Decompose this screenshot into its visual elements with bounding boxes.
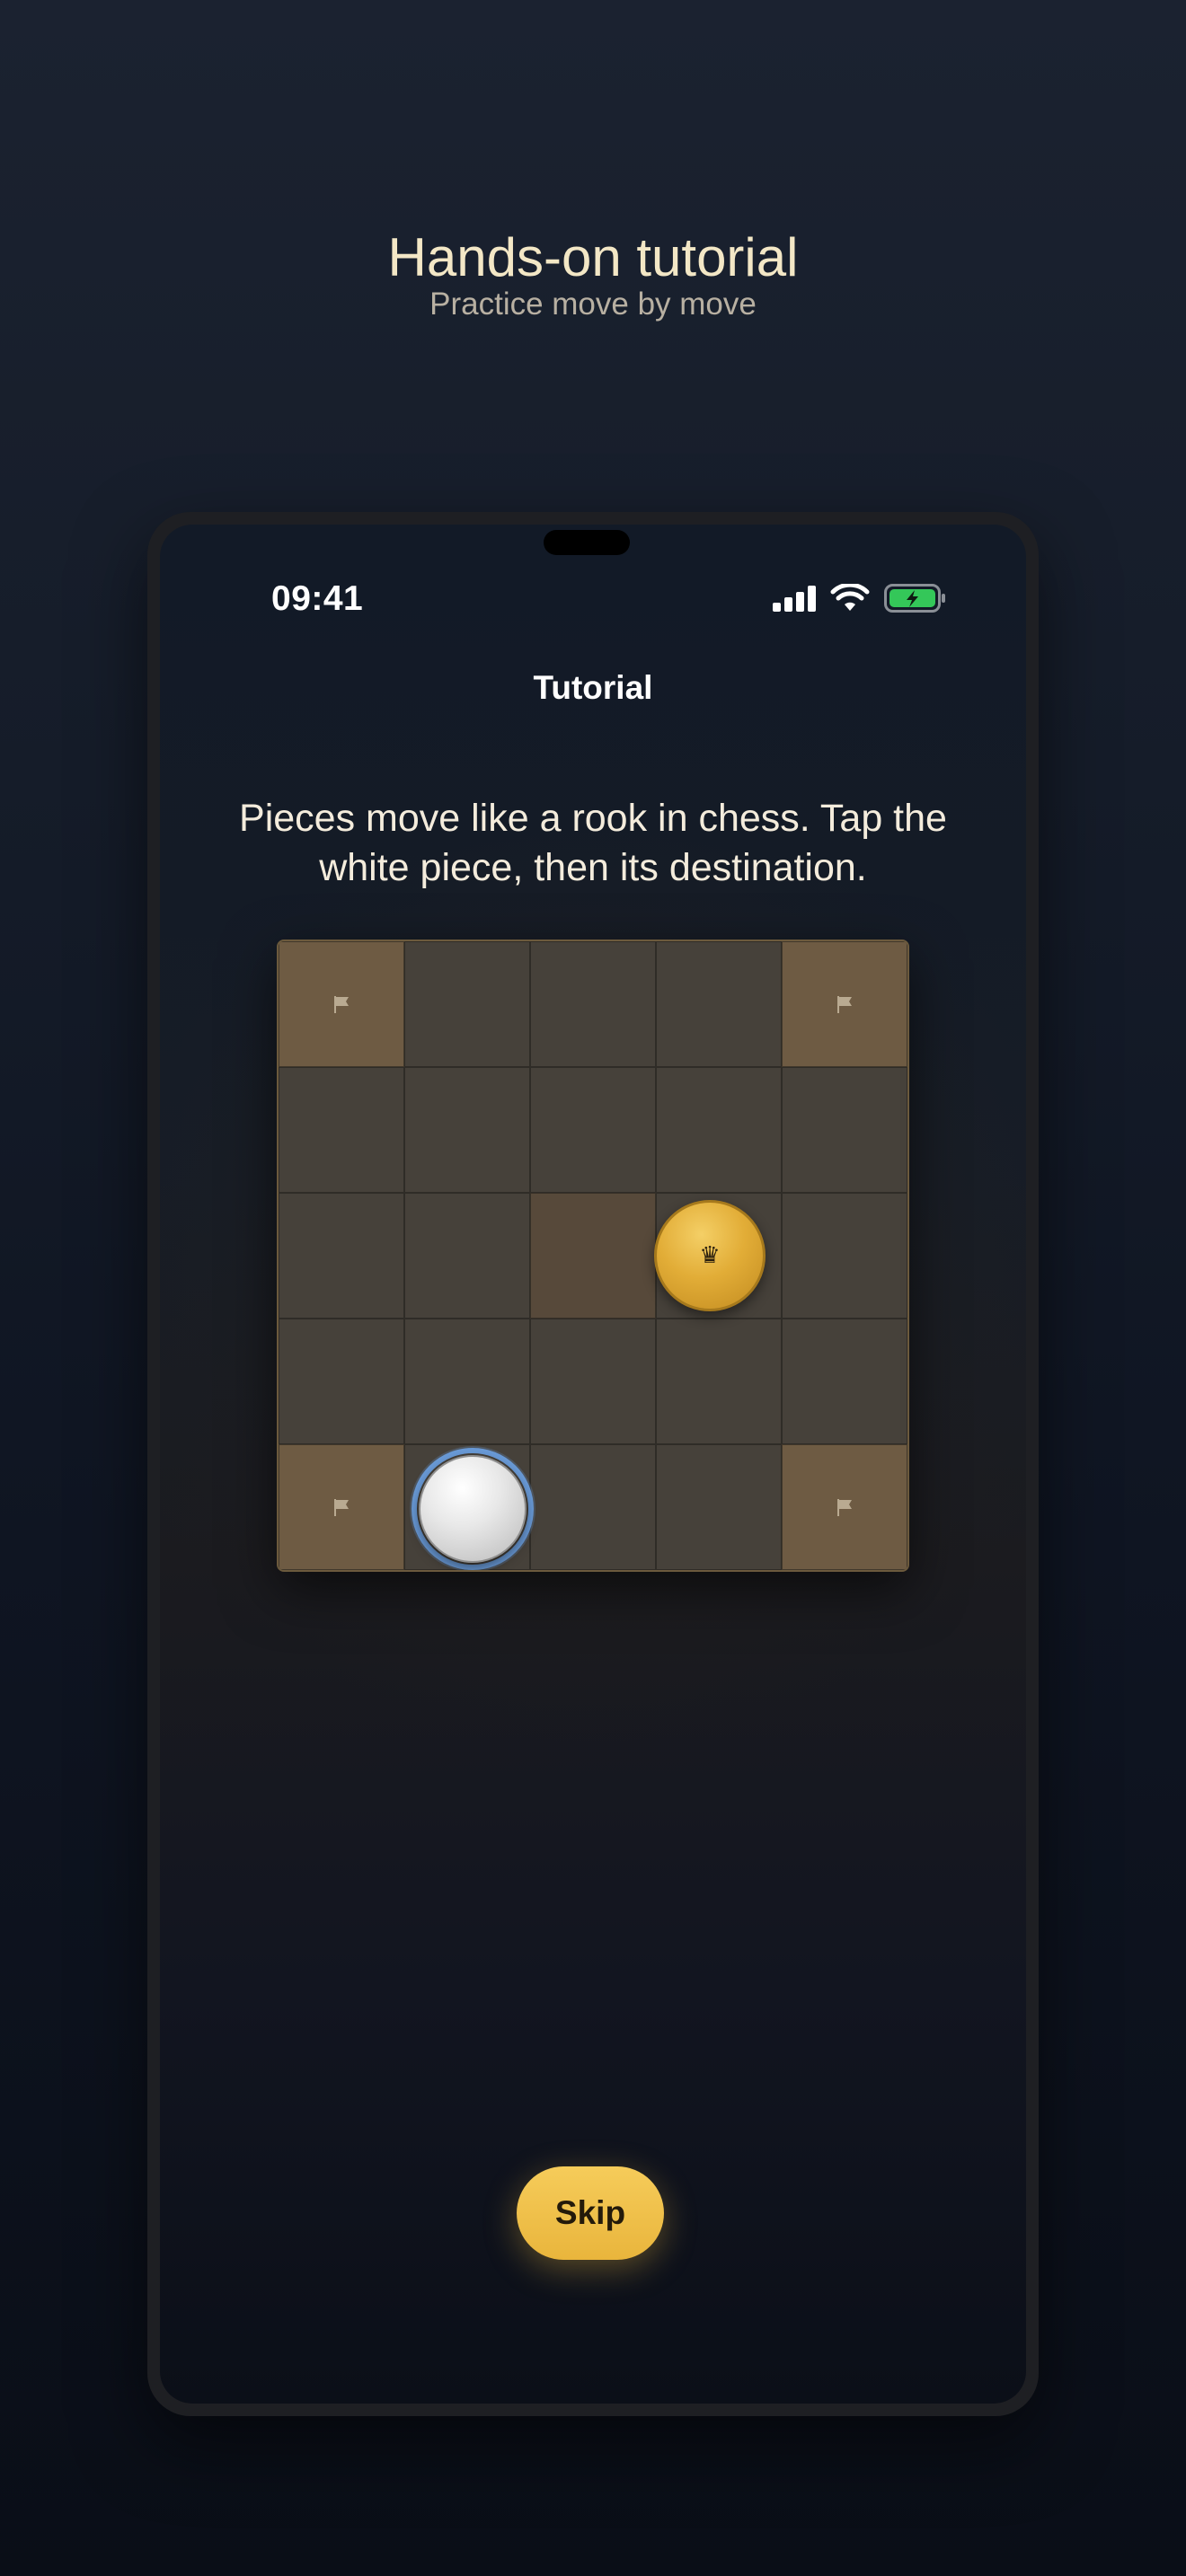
flag-icon bbox=[837, 1499, 852, 1516]
flag-icon bbox=[334, 996, 349, 1013]
page-title: Hands-on tutorial bbox=[387, 227, 799, 287]
board-cell[interactable] bbox=[404, 1319, 530, 1444]
board-cell[interactable] bbox=[782, 1193, 907, 1319]
cellular-signal-icon bbox=[773, 586, 816, 612]
game-board: ♛ bbox=[277, 940, 909, 1572]
crown-icon: ♛ bbox=[699, 1242, 721, 1269]
white-piece[interactable] bbox=[419, 1455, 527, 1563]
device-screen: 09:41 Tutorial Pieces move like a rook i… bbox=[160, 525, 1026, 2404]
board-cell-corner[interactable] bbox=[279, 1444, 404, 1570]
board-cell[interactable] bbox=[530, 1067, 656, 1193]
gold-king-piece[interactable]: ♛ bbox=[654, 1200, 766, 1311]
board-cell[interactable] bbox=[530, 1444, 656, 1570]
board-cell[interactable] bbox=[656, 941, 782, 1067]
dynamic-island bbox=[544, 530, 630, 555]
board-cell[interactable] bbox=[404, 1193, 530, 1319]
board-cell[interactable] bbox=[530, 1319, 656, 1444]
board-cell[interactable] bbox=[279, 1319, 404, 1444]
page-subtitle: Practice move by move bbox=[429, 287, 757, 322]
device-frame: 09:41 Tutorial Pieces move like a rook i… bbox=[147, 512, 1039, 2416]
battery-charging-icon bbox=[884, 584, 945, 613]
board-cell[interactable] bbox=[279, 1067, 404, 1193]
board-cell[interactable] bbox=[656, 1319, 782, 1444]
board-cell[interactable] bbox=[782, 1319, 907, 1444]
board-cell-corner[interactable] bbox=[782, 1444, 907, 1570]
board-cell-king[interactable] bbox=[530, 1193, 656, 1319]
status-icons bbox=[773, 580, 947, 616]
board-cell-corner[interactable] bbox=[782, 941, 907, 1067]
board-cell[interactable] bbox=[530, 941, 656, 1067]
flag-icon bbox=[334, 1499, 349, 1516]
board-cell[interactable] bbox=[656, 1444, 782, 1570]
board-cell[interactable] bbox=[279, 1193, 404, 1319]
board-cell[interactable] bbox=[404, 941, 530, 1067]
instruction-text: Pieces move like a rook in chess. Tap th… bbox=[239, 797, 947, 889]
status-time: 09:41 bbox=[271, 579, 364, 618]
board-cell[interactable] bbox=[656, 1067, 782, 1193]
flag-icon bbox=[837, 996, 852, 1013]
board-cell-corner[interactable] bbox=[279, 941, 404, 1067]
board-cell[interactable] bbox=[782, 1067, 907, 1193]
skip-button[interactable]: Skip bbox=[517, 2166, 664, 2260]
board-cell[interactable] bbox=[404, 1067, 530, 1193]
wifi-icon bbox=[830, 584, 870, 611]
nav-title: Tutorial bbox=[533, 669, 653, 706]
